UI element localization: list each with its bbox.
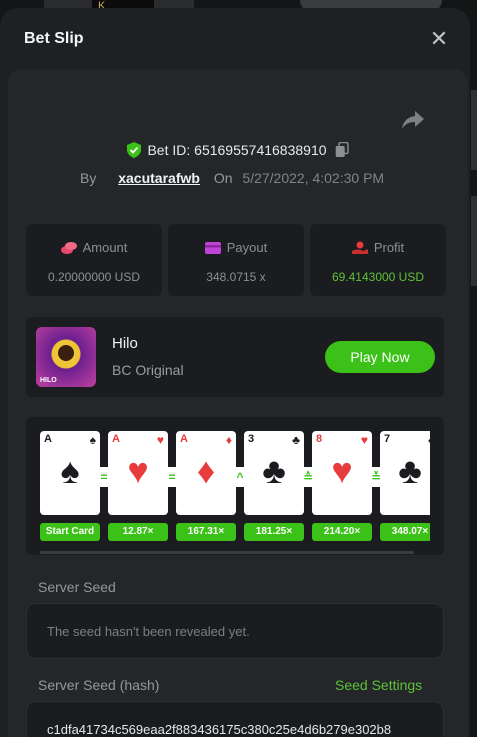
guess-indicator-icon: = (95, 467, 113, 487)
card-rank: A (44, 433, 52, 445)
profit-value: 69.4143000 USD (331, 270, 425, 284)
card-rank: 7 (384, 433, 391, 445)
card-suit-small: ♣ (292, 433, 300, 447)
game-name: Hilo (112, 335, 138, 352)
bet-details-panel: Bet ID: 65169557416838910 By xacutarafwb… (8, 69, 468, 737)
guess-indicator-icon: ≚ (367, 467, 385, 487)
card-multiplier-label: 12.87× (108, 523, 168, 541)
payout-value: 348.0715 x (206, 270, 266, 284)
wallet-icon (204, 242, 221, 254)
playing-card: A ♦ ♦ (176, 431, 236, 515)
card-suit-small: ♦ (225, 433, 232, 447)
card-suit-small: ♥ (156, 433, 164, 447)
card-suit-icon: ♠ (60, 450, 80, 491)
cards-scrollbar[interactable] (40, 551, 414, 554)
game-subtitle: BC Original (112, 362, 184, 378)
card-suit-small: ♥ (360, 433, 368, 447)
background-slice (471, 90, 477, 170)
card-multiplier-label: 167.31× (176, 523, 236, 541)
server-seed-field: The seed hasn't been revealed yet. (26, 603, 444, 659)
profit-stat: Profit 69.4143000 USD (310, 224, 446, 296)
server-seed-hash-label: Server Seed (hash) (38, 677, 160, 693)
card-rank: A (112, 433, 120, 445)
guess-indicator-icon: ^ (231, 467, 249, 487)
bet-date: 5/27/2022, 4:02:30 PM (242, 170, 385, 186)
seed-settings-link[interactable]: Seed Settings (335, 677, 422, 693)
card-rank: 3 (248, 433, 255, 445)
playing-card: A ♠ ♠ (40, 431, 100, 515)
card-suit-small: ♠ (89, 433, 96, 447)
payout-label: Payout (226, 240, 268, 255)
payout-label-row: Payout (168, 240, 304, 255)
card-suit-icon: ♥ (331, 450, 353, 491)
card-multiplier-label: Start Card (40, 523, 100, 541)
hilo-game-thumbnail[interactable]: HILO (36, 327, 96, 387)
modal-title: Bet Slip (24, 30, 84, 47)
playing-card: A ♥ ♥ (108, 431, 168, 515)
server-seed-hash-value[interactable]: c1dfa41734c569eaa2f883436175c380c25e4d6b… (47, 722, 427, 737)
card-suit-icon: ♣ (262, 450, 286, 491)
guess-indicator-icon: ≙ (299, 467, 317, 487)
server-seed-label: Server Seed (38, 579, 116, 595)
playing-card: 3 ♣ ♣ (244, 431, 304, 515)
bet-id: Bet ID: 65169557416838910 (147, 142, 327, 158)
on-label: On (213, 170, 233, 186)
card-multiplier-label: 181.25× (244, 523, 304, 541)
server-seed-hash-field: c1dfa41734c569eaa2f883436175c380c25e4d6b… (26, 701, 444, 737)
amount-label-row: Amount (26, 240, 162, 255)
bet-meta-row: By xacutarafwb On 5/27/2022, 4:02:30 PM (80, 170, 384, 186)
play-now-button[interactable]: Play Now (325, 341, 435, 373)
card-suit-icon: ♣ (398, 450, 422, 491)
share-icon[interactable] (401, 109, 425, 131)
card-multiplier-label: 214.20× (312, 523, 372, 541)
bet-slip-modal: Bet Slip ✕ Bet ID: 65169557416838910 By … (0, 8, 470, 737)
game-row: HILO Hilo BC Original Play Now (26, 317, 444, 397)
payout-stat: Payout 348.0715 x (168, 224, 304, 296)
profit-label-row: Profit (310, 240, 446, 255)
amount-value: 0.20000000 USD (47, 270, 141, 284)
card-suit-small: ♣ (428, 433, 430, 447)
card-rank: A (180, 433, 188, 445)
playing-card: 8 ♥ ♥ (312, 431, 372, 515)
playing-card: 7 ♣ ♣ (380, 431, 430, 515)
mascot-icon (58, 345, 74, 361)
close-icon[interactable]: ✕ (429, 28, 449, 50)
card-rank: 8 (316, 433, 323, 445)
card-suit-icon: ♥ (127, 450, 149, 491)
hand-coins-icon (351, 241, 368, 254)
card-multiplier-label: 348.07× (380, 523, 430, 541)
copy-icon[interactable] (335, 142, 349, 158)
background-slice (471, 196, 477, 286)
cards-history: A ♠ ♠ Start Card A ♥ ♥ 12.87× A ♦ ♦ 167.31× 3 ♣ ♣ 181.2… (26, 417, 444, 555)
user-link[interactable]: xacutarafwb (118, 170, 200, 186)
card-suit-icon: ♦ (196, 450, 216, 491)
verified-shield-icon (127, 142, 142, 158)
guess-indicator-icon: = (163, 467, 181, 487)
amount-stat: Amount 0.20000000 USD (26, 224, 162, 296)
thumbnail-tag: HILO (40, 377, 57, 384)
server-seed-value: The seed hasn't been revealed yet. (47, 624, 250, 639)
profit-label: Profit (373, 240, 405, 255)
by-label: By (80, 170, 97, 186)
bet-id-row: Bet ID: 65169557416838910 (8, 142, 468, 158)
amount-label: Amount (82, 240, 128, 255)
cards-track[interactable]: A ♠ ♠ Start Card A ♥ ♥ 12.87× A ♦ ♦ 167.31× 3 ♣ ♣ 181.2… (40, 431, 430, 543)
coins-icon (60, 242, 77, 254)
